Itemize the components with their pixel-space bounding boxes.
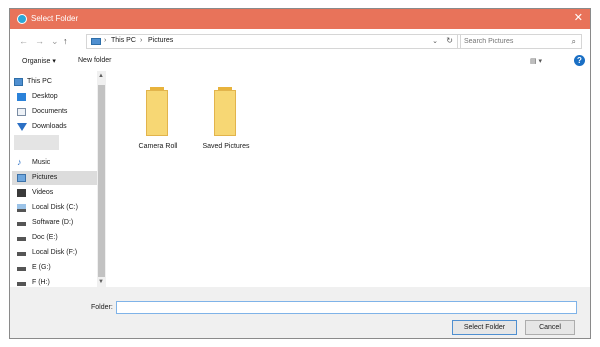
sidebar-item-local-disk-f[interactable]: Local Disk (F:)	[12, 246, 104, 260]
breadcrumb-pictures[interactable]: Pictures	[148, 37, 173, 44]
sidebar-item-pictures[interactable]: Pictures	[12, 171, 104, 185]
sidebar-item-label: F (H:)	[32, 279, 50, 286]
command-bar: Organise ▾ New folder ▤ ▾ ?	[10, 53, 590, 71]
sidebar-item-label: Local Disk (F:)	[32, 249, 78, 256]
folder-item[interactable]: Camera Roll	[128, 81, 188, 161]
address-dropdown-icon[interactable]: ⌄	[432, 37, 438, 45]
cancel-button[interactable]: Cancel	[525, 320, 575, 335]
pc-icon	[91, 38, 101, 45]
desktop-icon	[17, 93, 26, 101]
window-title: Select Folder	[31, 14, 79, 23]
sidebar-item-label: Software (D:)	[32, 219, 74, 226]
sidebar-item-this-pc[interactable]: This PC	[12, 75, 104, 89]
breadcrumb-this-pc[interactable]: This PC	[111, 37, 136, 44]
address-bar[interactable]: › This PC › Pictures ⌄ ↻	[86, 34, 461, 49]
sidebar-item-doc-e[interactable]: Doc (E:)	[12, 231, 104, 245]
sidebar-item-label: Videos	[32, 189, 54, 196]
drive-icon	[17, 204, 26, 212]
breadcrumb-separator: ›	[104, 37, 107, 44]
sidebar-item-label: E (G:)	[32, 264, 51, 271]
sidebar-item-label: This PC	[27, 78, 52, 85]
breadcrumb-separator: ›	[140, 37, 143, 44]
navigation-scrollbar[interactable]: ▲ ▼	[97, 71, 106, 291]
sidebar-item-label: Documents	[32, 108, 68, 115]
close-icon[interactable]: ✕	[574, 12, 583, 25]
sidebar-item-label: Downloads	[32, 123, 67, 130]
music-icon: ♪	[17, 157, 22, 167]
recent-locations-icon[interactable]: ⌄	[51, 35, 59, 47]
videos-icon	[17, 189, 26, 197]
sidebar-item-label: Desktop	[32, 93, 58, 100]
navigation-row: ← → ⌄ ↑ › This PC › Pictures ⌄ ↻ ⌕	[10, 31, 590, 53]
back-arrow-icon[interactable]: ←	[19, 35, 28, 47]
folder-icon-front	[146, 90, 168, 136]
navigation-pane: This PC Desktop Documents Downloads ♪ Mu…	[10, 71, 107, 291]
refresh-icon[interactable]: ↻	[446, 36, 453, 45]
app-icon	[17, 14, 27, 24]
sidebar-item-label: Music	[32, 159, 51, 166]
scrollbar-thumb[interactable]	[98, 85, 105, 277]
folder-label: Saved Pictures	[202, 143, 250, 150]
sidebar-item-e-g[interactable]: E (G:)	[12, 261, 104, 275]
sidebar-item-videos[interactable]: Videos	[12, 186, 104, 200]
sidebar-item-downloads[interactable]: Downloads	[12, 120, 104, 134]
scroll-down-arrow-icon[interactable]: ▼	[98, 279, 104, 285]
forward-arrow-icon[interactable]: →	[35, 35, 44, 47]
pictures-icon	[17, 174, 26, 182]
pc-icon	[14, 78, 23, 86]
title-bar: Select Folder ✕	[10, 9, 590, 29]
search-icon: ⌕	[571, 37, 576, 46]
folder-field-label: Folder:	[91, 304, 113, 311]
search-input[interactable]	[464, 36, 564, 47]
downloads-icon	[17, 123, 27, 131]
sidebar-item-documents[interactable]: Documents	[12, 105, 104, 119]
scroll-up-arrow-icon[interactable]: ▲	[98, 73, 104, 79]
drive-icon	[17, 237, 26, 241]
sidebar-item-local-disk-c[interactable]: Local Disk (C:)	[12, 201, 104, 215]
folder-icon-front	[214, 90, 236, 136]
folder-content-area: Camera Roll Saved Pictures	[108, 71, 590, 291]
dialog-footer: Folder: Select Folder Cancel	[10, 287, 590, 338]
sidebar-item-software-d[interactable]: Software (D:)	[12, 216, 104, 230]
help-icon[interactable]: ?	[574, 55, 585, 66]
sidebar-item-label: Doc (E:)	[32, 234, 58, 241]
drive-icon	[17, 222, 26, 226]
organise-menu-button[interactable]: Organise ▾	[22, 57, 56, 65]
select-folder-dialog: Select Folder ✕ ← → ⌄ ↑ › This PC › Pict…	[9, 8, 591, 339]
select-folder-button[interactable]: Select Folder	[452, 320, 517, 335]
sidebar-item-music[interactable]: ♪ Music	[12, 156, 104, 170]
drive-icon	[17, 252, 26, 256]
sidebar-item-label: Local Disk (C:)	[32, 204, 78, 211]
sidebar-item-label: Pictures	[32, 174, 58, 181]
up-arrow-icon[interactable]: ↑	[63, 35, 68, 47]
folder-label: Camera Roll	[138, 143, 178, 150]
view-options-icon[interactable]: ▤ ▾	[530, 57, 542, 65]
documents-icon	[17, 108, 26, 116]
folder-name-input[interactable]	[116, 301, 577, 314]
drive-icon	[17, 267, 26, 271]
sidebar-item-blank[interactable]	[14, 135, 59, 150]
drive-icon	[17, 282, 26, 286]
search-box[interactable]: ⌕	[457, 34, 582, 49]
folder-item[interactable]: Saved Pictures	[196, 81, 256, 161]
new-folder-button[interactable]: New folder	[78, 57, 111, 64]
sidebar-item-desktop[interactable]: Desktop	[12, 90, 104, 104]
